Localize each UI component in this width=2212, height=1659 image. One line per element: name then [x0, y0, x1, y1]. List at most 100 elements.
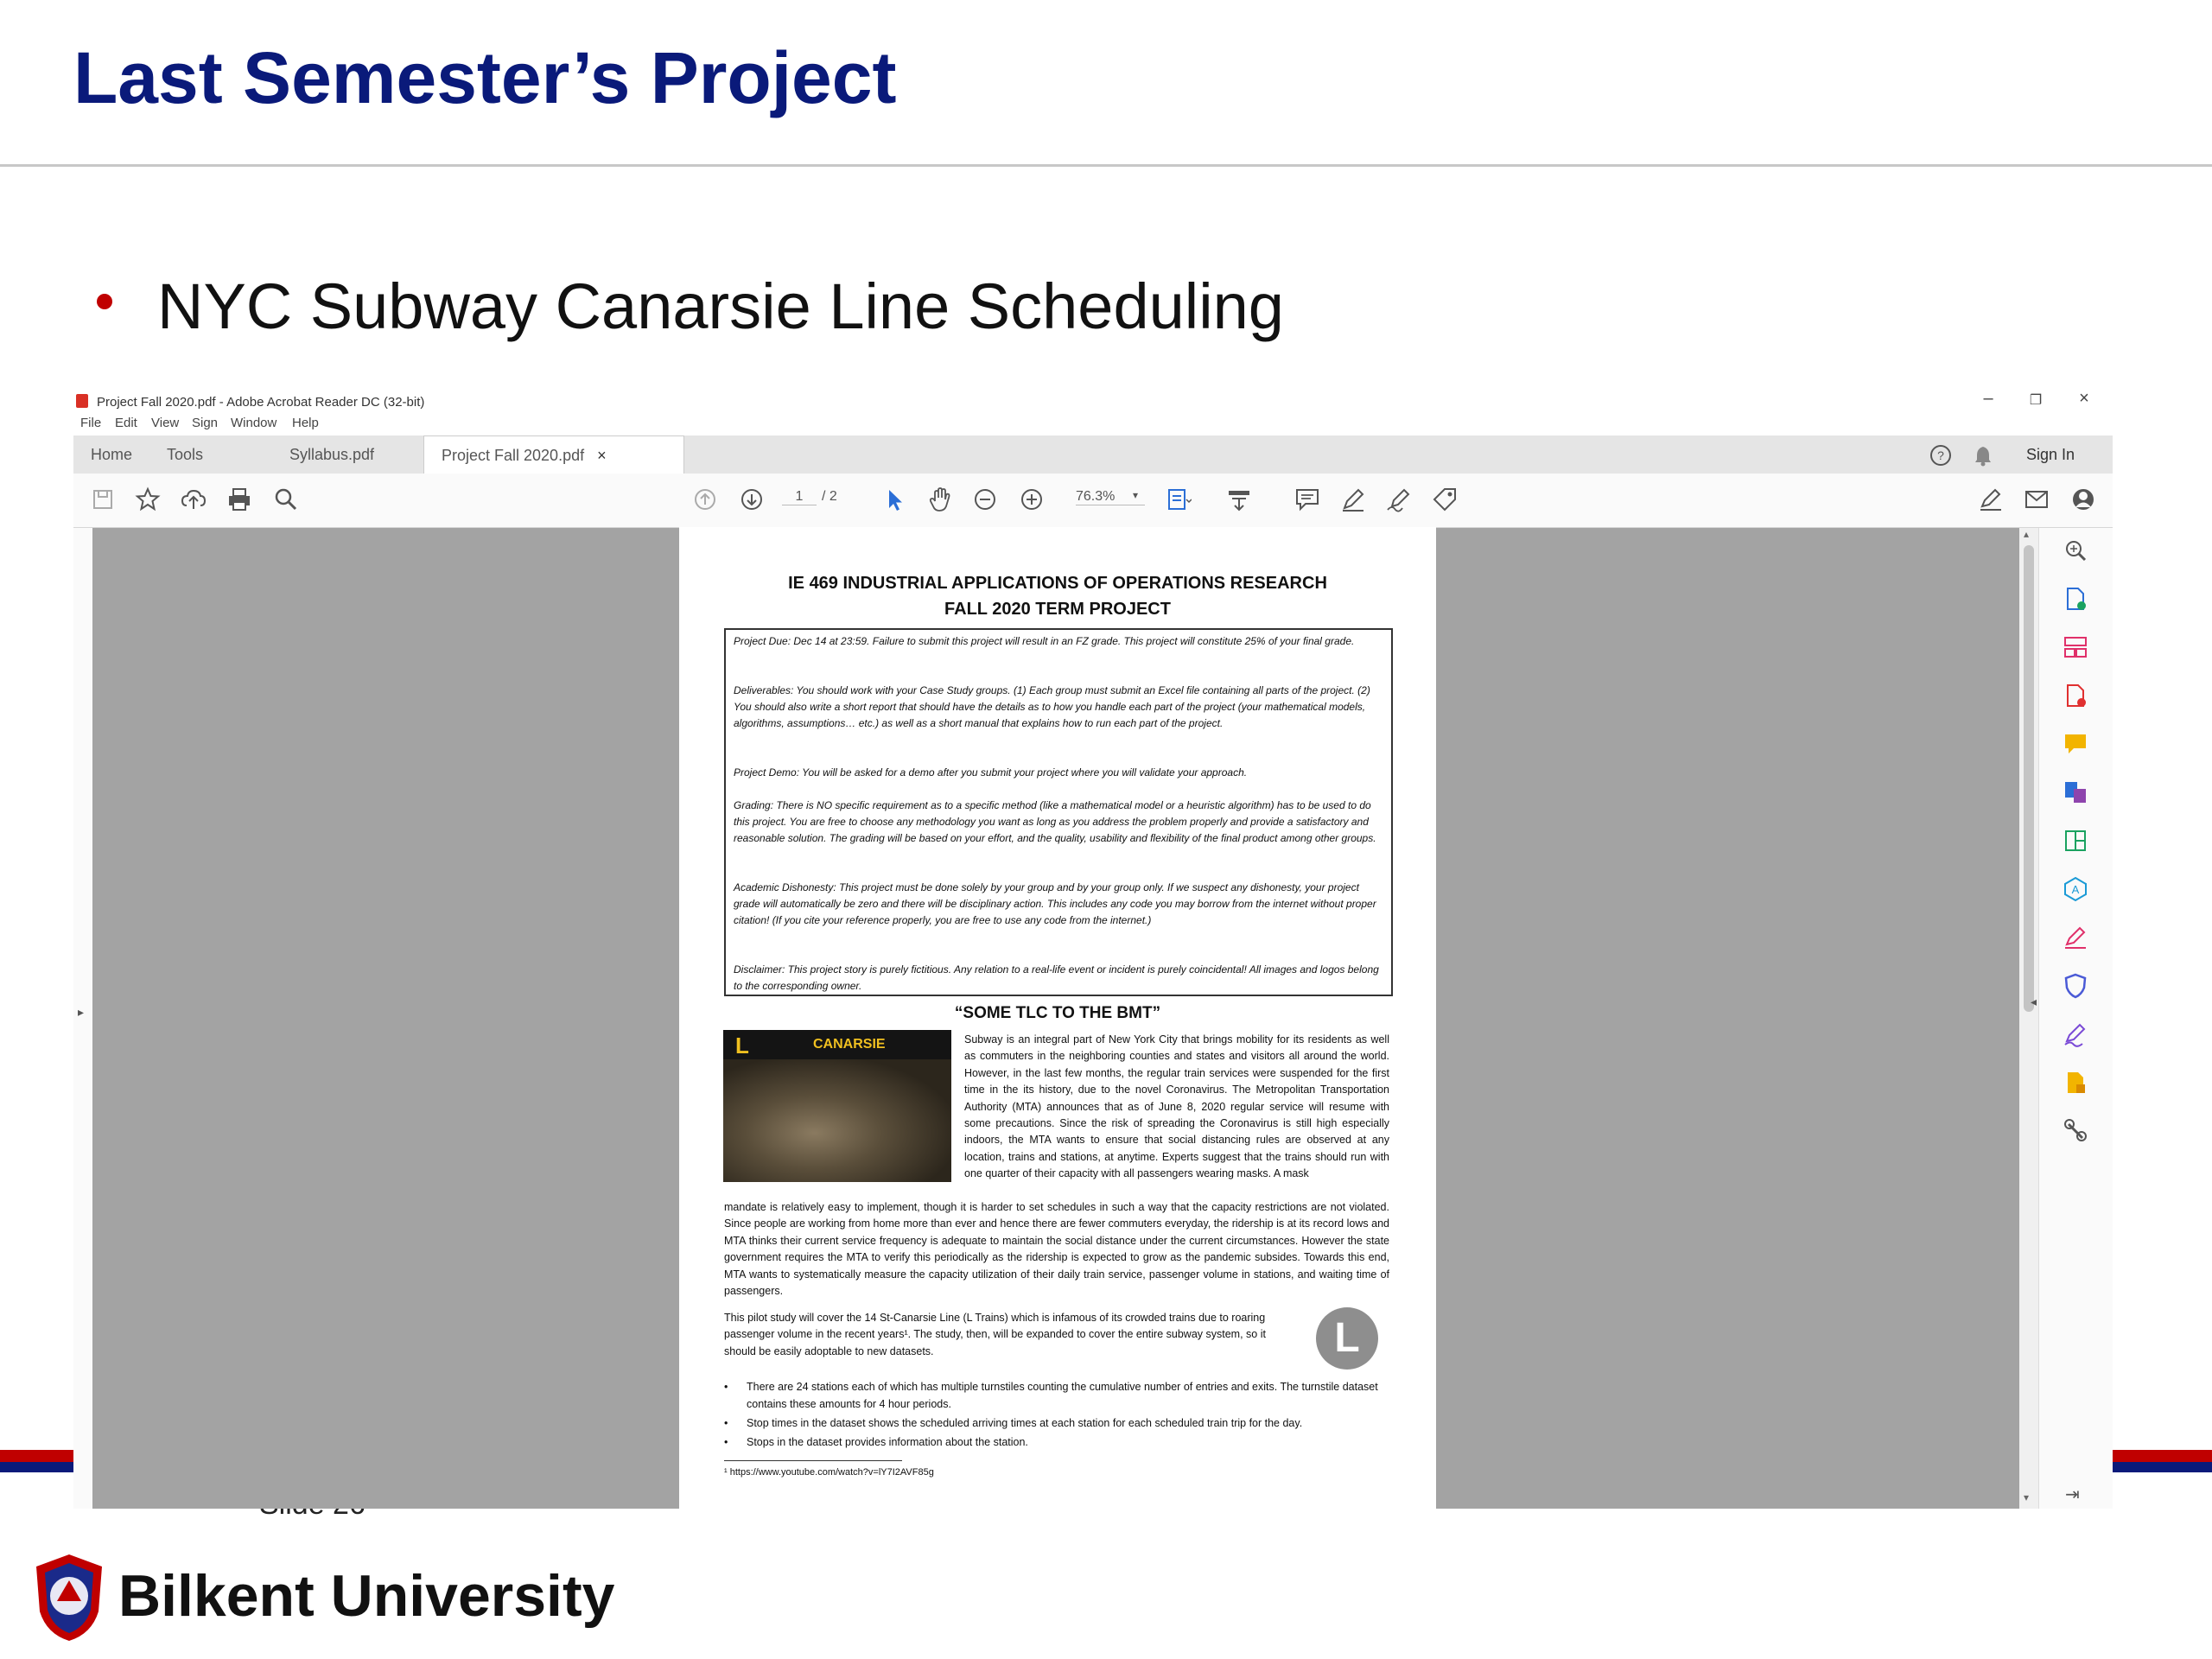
- section-title: “SOME TLC TO THE BMT”: [954, 1004, 1161, 1022]
- train-sign-destination: CANARSIE: [813, 1037, 886, 1052]
- help-icon[interactable]: ?: [1929, 444, 1952, 467]
- minimize-button[interactable]: –: [1975, 389, 2001, 409]
- zoom-level-value: 76.3%: [1076, 489, 1116, 504]
- footnote-divider: [724, 1460, 902, 1461]
- list-item: • There are 24 stations each of which ha…: [724, 1378, 1389, 1413]
- zoom-level-select[interactable]: 76.3% ▾: [1076, 489, 1145, 505]
- tab-tools[interactable]: Tools: [167, 435, 203, 474]
- zoom-in-icon[interactable]: [1018, 486, 1046, 513]
- document-subheading: FALL 2020 TERM PROJECT: [944, 600, 1171, 619]
- menu-view[interactable]: View: [151, 416, 179, 430]
- slide-title: Last Semester’s Project: [73, 37, 897, 118]
- restore-button[interactable]: ❐: [2023, 391, 2049, 409]
- menu-edit[interactable]: Edit: [115, 416, 137, 430]
- list-item-text: There are 24 stations each of which has …: [747, 1381, 1378, 1410]
- intro-paragraph-continued: mandate is relatively easy to implement,…: [724, 1201, 1389, 1298]
- tab-close-icon[interactable]: ×: [597, 447, 607, 464]
- menu-sign[interactable]: Sign: [192, 416, 218, 430]
- left-nav-panel[interactable]: ▸: [73, 528, 92, 1509]
- intro-paragraph: Subway is an integral part of New York C…: [964, 1033, 1389, 1180]
- fill-and-sign-icon[interactable]: [2062, 924, 2089, 951]
- zoom-out-icon[interactable]: [971, 486, 999, 513]
- notifications-bell-icon[interactable]: [1973, 444, 1993, 467]
- box-demo: Project Demo: You will be asked for a de…: [734, 766, 1248, 779]
- scrollbar-thumb[interactable]: [2024, 545, 2034, 1012]
- export-pdf-icon[interactable]: [2062, 682, 2089, 709]
- account-icon[interactable]: [2069, 486, 2097, 513]
- window-titlebar: Project Fall 2020.pdf - Adobe Acrobat Re…: [73, 387, 2113, 413]
- fill-sign-tag-icon[interactable]: [1431, 486, 1459, 513]
- send-for-review-icon[interactable]: A: [2062, 875, 2089, 903]
- menu-help[interactable]: Help: [292, 416, 319, 430]
- comment-tool-icon[interactable]: [2062, 730, 2089, 758]
- bookmark-star-icon[interactable]: [134, 486, 162, 513]
- title-divider: [0, 164, 2212, 167]
- previous-page-icon[interactable]: [691, 486, 719, 513]
- tab-bar: Home Tools Syllabus.pdf Project Fall 202…: [73, 435, 2113, 474]
- box-disclaimer: Disclaimer: This project story is purely…: [734, 963, 1379, 992]
- train-sign: L CANARSIE: [723, 1030, 951, 1059]
- box-deliverables: Deliverables: You should work with your …: [734, 684, 1370, 729]
- upload-cloud-icon[interactable]: [180, 486, 207, 513]
- acrobat-window: Project Fall 2020.pdf - Adobe Acrobat Re…: [73, 387, 2113, 1509]
- collapse-right-pane-icon[interactable]: ◂: [2031, 995, 2037, 1009]
- protect-shield-icon[interactable]: [2062, 972, 2089, 1000]
- create-pdf-icon[interactable]: [2062, 585, 2089, 613]
- vertical-scrollbar[interactable]: ▴ ▾: [2019, 528, 2038, 1509]
- scroll-down-icon[interactable]: ▾: [2024, 1491, 2029, 1503]
- hand-tool-icon[interactable]: [926, 486, 954, 513]
- more-tools-icon[interactable]: [2062, 1117, 2089, 1145]
- list-bullet: •: [724, 1381, 728, 1393]
- box-dishonesty: Academic Dishonesty: This project must b…: [734, 881, 1376, 926]
- footnote-link[interactable]: ¹ https://www.youtube.com/watch?v=lY7I2A…: [724, 1467, 934, 1478]
- select-arrow-icon[interactable]: [880, 486, 908, 513]
- share-sign-icon[interactable]: [1977, 486, 2005, 513]
- highlight-pen-icon[interactable]: [1339, 486, 1367, 513]
- edit-pdf-icon[interactable]: [2062, 827, 2089, 855]
- list-item: • Stops in the dataset provides informat…: [724, 1433, 1389, 1451]
- university-name: Bilkent University: [118, 1563, 615, 1629]
- next-page-icon[interactable]: [738, 486, 766, 513]
- tab-label: Project Fall 2020.pdf: [442, 447, 585, 464]
- svg-text:A: A: [2072, 883, 2080, 896]
- pdf-app-icon: [76, 394, 88, 408]
- menu-file[interactable]: File: [80, 416, 101, 430]
- page-number-input[interactable]: 1: [782, 489, 817, 505]
- box-grading: Grading: There is NO specific requiremen…: [734, 799, 1376, 844]
- expand-left-panel-icon[interactable]: ▸: [78, 1005, 84, 1020]
- comment-icon[interactable]: [1294, 486, 1321, 513]
- bullet-text: NYC Subway Canarsie Line Scheduling: [157, 270, 1284, 342]
- list-bullet: •: [724, 1436, 728, 1448]
- email-icon[interactable]: [2023, 486, 2050, 513]
- bullet-marker: [97, 294, 112, 309]
- menu-bar: File Edit View Sign Window Help: [73, 413, 2113, 435]
- tab-home[interactable]: Home: [91, 435, 132, 474]
- collapse-pane-icon[interactable]: ⇥: [2065, 1484, 2080, 1505]
- window-title: Project Fall 2020.pdf - Adobe Acrobat Re…: [97, 395, 425, 410]
- chevron-down-icon: ▾: [1133, 489, 1139, 501]
- page-display-icon[interactable]: [1164, 486, 1192, 513]
- pilot-paragraph: This pilot study will cover the 14 St-Ca…: [724, 1312, 1266, 1357]
- organize-pages-icon[interactable]: [2062, 633, 2089, 661]
- search-icon[interactable]: [272, 486, 300, 513]
- subway-photo: L CANARSIE: [723, 1030, 951, 1182]
- menu-window[interactable]: Window: [231, 416, 276, 430]
- tab-syllabus[interactable]: Syllabus.pdf: [289, 435, 374, 474]
- prepare-form-icon[interactable]: [2062, 1069, 2089, 1096]
- sign-pen-icon[interactable]: [1385, 486, 1413, 513]
- save-icon[interactable]: [89, 486, 117, 513]
- l-line-badge: L: [1316, 1307, 1378, 1370]
- right-tools-pane: ◂ A ⇥: [2031, 528, 2113, 1509]
- sign-in-button[interactable]: Sign In: [2026, 435, 2075, 474]
- svg-text:?: ?: [1937, 448, 1944, 462]
- scroll-up-icon[interactable]: ▴: [2024, 528, 2029, 540]
- tab-project-fall-2020[interactable]: Project Fall 2020.pdf ×: [423, 435, 684, 474]
- search-tools-icon[interactable]: [2062, 537, 2089, 564]
- page-total: / 2: [822, 489, 837, 504]
- combine-files-icon[interactable]: [2062, 779, 2089, 806]
- request-signature-icon[interactable]: [2062, 1020, 2089, 1048]
- scroll-mode-icon[interactable]: [1225, 486, 1253, 513]
- list-item-text: Stops in the dataset provides informatio…: [747, 1436, 1028, 1448]
- print-icon[interactable]: [226, 486, 253, 513]
- close-window-button[interactable]: ×: [2071, 389, 2097, 409]
